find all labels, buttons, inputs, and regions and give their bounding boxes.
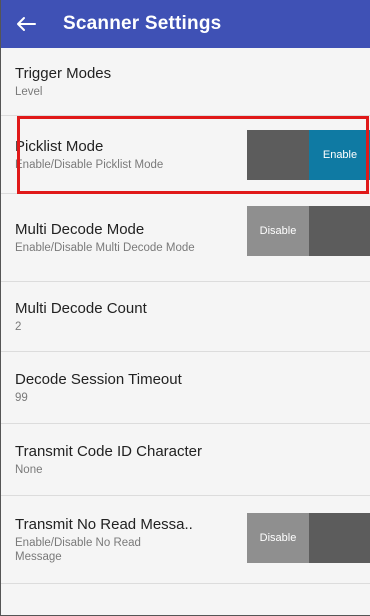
page-title: Scanner Settings bbox=[63, 13, 222, 34]
picklist-mode-toggle[interactable]: Enable bbox=[247, 130, 370, 180]
toggle-thumb-disable: Disable bbox=[247, 513, 309, 563]
setting-title: Transmit Code ID Character bbox=[15, 443, 203, 460]
setting-value: 2 bbox=[15, 321, 22, 333]
scanner-settings-screen: Scanner Settings Trigger Modes Level Pic… bbox=[0, 0, 370, 616]
multi-decode-mode-toggle[interactable]: Disable bbox=[247, 206, 370, 256]
setting-transmit-no-read-message[interactable]: Transmit No Read Messa.. Enable/Disable … bbox=[1, 496, 370, 584]
arrow-left-icon[interactable] bbox=[15, 13, 37, 35]
setting-title: Multi Decode Count bbox=[15, 300, 147, 317]
toggle-track bbox=[309, 513, 370, 563]
setting-value: None bbox=[15, 464, 43, 476]
setting-transmit-code-id-character[interactable]: Transmit Code ID Character None bbox=[1, 424, 370, 496]
toggle-track bbox=[309, 206, 370, 256]
setting-multi-decode-count[interactable]: Multi Decode Count 2 bbox=[1, 282, 370, 352]
setting-decode-session-timeout[interactable]: Decode Session Timeout 99 bbox=[1, 352, 370, 424]
toggle-thumb-disable: Disable bbox=[247, 206, 309, 256]
settings-list: Trigger Modes Level Picklist Mode Enable… bbox=[1, 48, 370, 584]
setting-description: Enable/Disable No Read Message bbox=[15, 537, 141, 563]
app-bar: Scanner Settings bbox=[1, 0, 370, 48]
setting-value: 99 bbox=[15, 392, 28, 404]
transmit-no-read-toggle[interactable]: Disable bbox=[247, 513, 370, 563]
setting-trigger-modes[interactable]: Trigger Modes Level bbox=[1, 48, 370, 116]
setting-title: Trigger Modes bbox=[15, 65, 112, 82]
setting-multi-decode-mode[interactable]: Multi Decode Mode Enable/Disable Multi D… bbox=[1, 194, 370, 282]
setting-picklist-mode[interactable]: Picklist Mode Enable/Disable Picklist Mo… bbox=[1, 116, 370, 194]
setting-title: Decode Session Timeout bbox=[15, 371, 182, 388]
setting-value: Level bbox=[15, 86, 43, 98]
toggle-thumb-enable: Enable bbox=[309, 130, 370, 180]
setting-description: Enable/Disable Multi Decode Mode bbox=[15, 242, 195, 254]
toggle-track bbox=[247, 130, 309, 180]
